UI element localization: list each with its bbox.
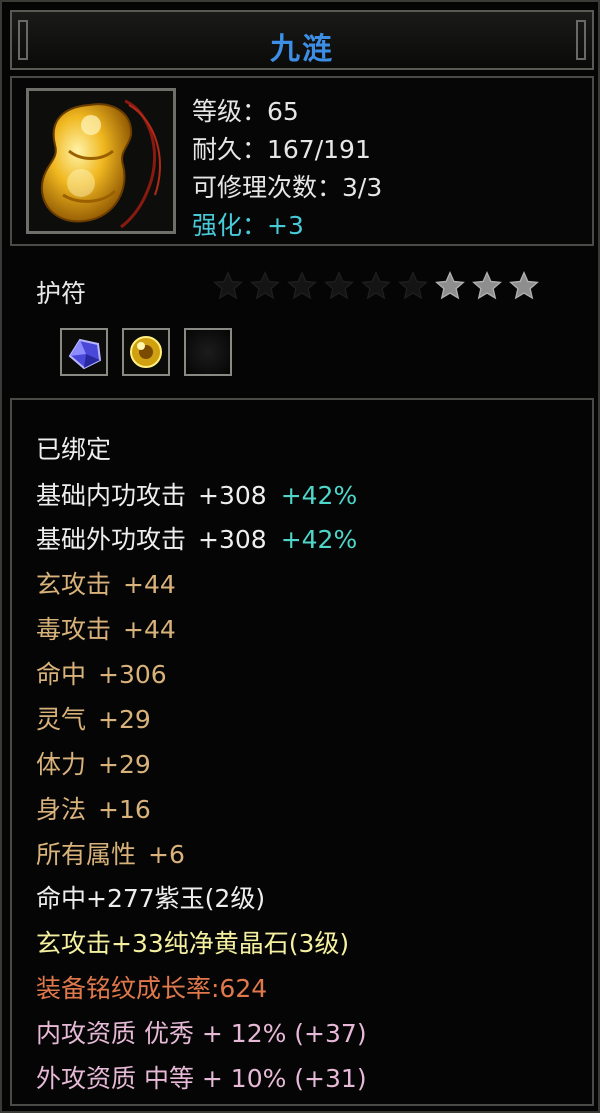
poison-attack-line: 毒攻击 +44 (36, 610, 176, 646)
item-durability: 耐久：167/191 (192, 135, 371, 164)
star-empty-icon (287, 271, 317, 300)
star-empty-icon (361, 271, 391, 300)
outer-attack-percent: +42% (280, 525, 358, 554)
star-empty-icon (213, 271, 243, 300)
socket-1[interactable] (60, 328, 108, 376)
agility-line: 身法 +16 (36, 790, 151, 826)
bound-status: 已绑定 (36, 435, 112, 464)
star-filled-icon (509, 271, 539, 300)
agility-value: +16 (98, 795, 151, 824)
outer-attack-label: 基础外功攻击 (36, 525, 187, 554)
star-empty-icon (324, 271, 354, 300)
jade-amulet-icon (40, 99, 161, 229)
outer-attack-quality: 外攻资质 中等 + 10% (+31) (36, 1064, 367, 1093)
vitality-label: 体力 (36, 750, 87, 779)
amulet-item-icon[interactable] (26, 88, 176, 234)
yellow-gem-icon (130, 336, 162, 368)
xuan-attack-line: 玄攻击 +44 (36, 565, 176, 601)
inner-attack-value: +308 (198, 481, 267, 510)
all-attributes-line: 所有属性 +6 (36, 835, 185, 871)
title-bar: 九涟 (10, 10, 594, 70)
hit-value: +306 (98, 660, 167, 689)
inner-attack-line: 基础内功攻击 +308 +42% (36, 476, 357, 512)
growth-rate: 装备铭纹成长率:624 (36, 974, 268, 1003)
spirit-value: +29 (98, 705, 151, 734)
item-level: 等级：65 (192, 97, 299, 126)
item-tooltip: 九涟 等级：65 耐久：167/191 可修理次数：3/3 强化：+3 护符 已… (0, 0, 600, 1113)
item-repair-count: 可修理次数：3/3 (192, 173, 383, 202)
item-enhance-level: 强化：+3 (192, 211, 304, 240)
all-attributes-value: +6 (148, 840, 185, 869)
outer-attack-value: +308 (198, 525, 267, 554)
all-attributes-label: 所有属性 (36, 840, 137, 869)
xuan-attack-label: 玄攻击 (36, 570, 112, 599)
inner-attack-label: 基础内功攻击 (36, 481, 187, 510)
star-filled-icon (435, 271, 465, 300)
purple-gem-icon (68, 338, 102, 370)
item-name: 九涟 (270, 32, 334, 67)
spirit-label: 灵气 (36, 705, 87, 734)
hit-line: 命中 +306 (36, 655, 167, 691)
vitality-value: +29 (98, 750, 151, 779)
agility-label: 身法 (36, 795, 87, 824)
vitality-line: 体力 +29 (36, 745, 151, 781)
xuan-attack-value: +44 (123, 570, 176, 599)
inner-attack-percent: +42% (280, 481, 358, 510)
spirit-line: 灵气 +29 (36, 700, 151, 736)
inner-attack-quality: 内攻资质 优秀 + 12% (+37) (36, 1019, 367, 1048)
item-header: 等级：65 耐久：167/191 可修理次数：3/3 强化：+3 (10, 76, 594, 246)
star-empty-icon (250, 271, 280, 300)
socket-2[interactable] (122, 328, 170, 376)
item-category: 护符 (36, 279, 87, 308)
hit-label: 命中 (36, 660, 87, 689)
socket-3[interactable] (184, 328, 232, 376)
poison-attack-value: +44 (123, 615, 176, 644)
gem-line-1: 命中+277紫玉(2级) (36, 884, 266, 913)
star-filled-icon (472, 271, 502, 300)
outer-attack-line: 基础外功攻击 +308 +42% (36, 520, 357, 556)
star-empty-icon (398, 271, 428, 300)
gem-line-2: 玄攻击+33纯净黄晶石(3级) (36, 929, 350, 958)
poison-attack-label: 毒攻击 (36, 615, 112, 644)
empty-socket-icon (186, 330, 230, 374)
